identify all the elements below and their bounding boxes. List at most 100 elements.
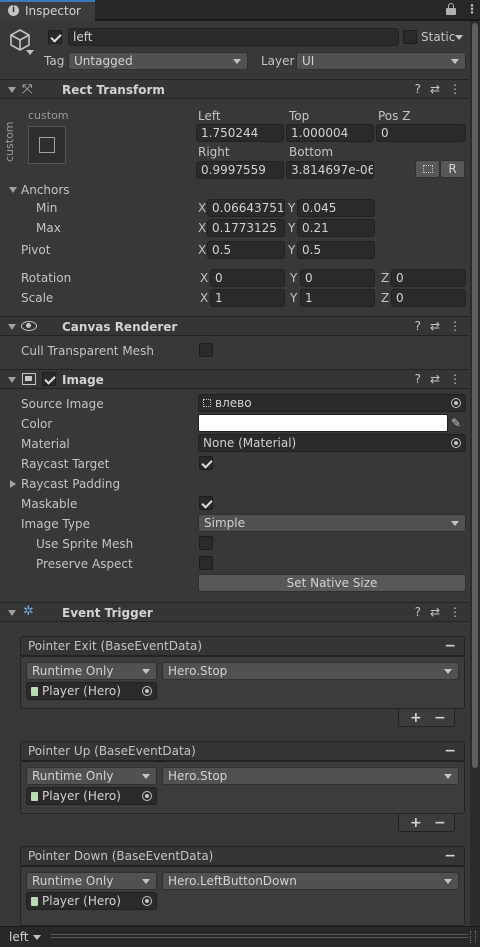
static-checkbox[interactable] (403, 30, 417, 44)
remove-event-button[interactable]: − (444, 848, 456, 864)
canvas-renderer-header[interactable]: Canvas Renderer ? ⇄ ⋮ (0, 316, 469, 336)
foldout-arrow[interactable] (8, 324, 16, 330)
object-picker-icon[interactable] (142, 896, 152, 906)
runtime-mode-dropdown[interactable]: Runtime Only (26, 662, 157, 680)
help-icon[interactable]: ? (415, 82, 421, 96)
left-field[interactable]: 1.750244 (196, 124, 284, 142)
function-dropdown[interactable]: Hero.LeftButtonDown (162, 872, 459, 890)
posz-field[interactable]: 0 (376, 124, 466, 142)
right-field[interactable]: 0.9997559 (196, 161, 284, 179)
list-add-remove-bar: + − (398, 709, 455, 727)
add-listener-button[interactable]: + (410, 815, 422, 831)
static-label[interactable]: Static (421, 29, 455, 45)
target-object-field[interactable]: Player (Hero) (26, 892, 157, 910)
scale-z-field[interactable]: 0 (391, 289, 466, 307)
menu-icon[interactable]: ⋮ (449, 605, 461, 619)
object-picker-icon[interactable] (142, 686, 152, 696)
source-image-field[interactable]: влево (198, 394, 466, 412)
max-x-field[interactable]: 0.1773125 (207, 219, 285, 237)
presets-icon[interactable]: ⇄ (430, 372, 440, 386)
resize-grip-icon[interactable] (470, 931, 476, 943)
source-image-value: влево (215, 396, 252, 410)
anchor-preset-button[interactable] (28, 126, 66, 164)
blueprint-mode-button[interactable] (415, 160, 440, 178)
raw-edit-button[interactable]: R (440, 160, 465, 178)
tag-dropdown[interactable]: Untagged (68, 52, 248, 70)
maskable-checkbox[interactable] (199, 496, 213, 510)
min-y-field[interactable]: 0.045 (297, 199, 375, 217)
event-trigger-header[interactable]: ✲ Event Trigger ? ⇄ ⋮ (0, 602, 469, 622)
raycast-target-checkbox[interactable] (199, 456, 213, 470)
pivot-x-field[interactable]: 0.5 (207, 241, 285, 259)
scrollbar[interactable] (470, 21, 480, 926)
runtime-mode-dropdown[interactable]: Runtime Only (26, 872, 157, 890)
eyedropper-icon[interactable]: ✎ (451, 415, 465, 431)
cull-checkbox[interactable] (199, 343, 213, 357)
help-icon[interactable]: ? (415, 319, 421, 333)
scrollbar-thumb[interactable] (472, 23, 478, 768)
icon-dropdown-arrow[interactable] (26, 50, 34, 55)
max-y-field[interactable]: 0.21 (297, 219, 375, 237)
preserve-aspect-checkbox[interactable] (199, 556, 213, 570)
footer-dropdown-arrow[interactable] (33, 935, 41, 940)
raycast-padding-foldout-arrow[interactable] (10, 480, 16, 488)
min-x-field[interactable]: 0.06643751 (207, 199, 285, 217)
function-dropdown[interactable]: Hero.Stop (162, 767, 459, 785)
pivot-y-field[interactable]: 0.5 (297, 241, 375, 259)
footer-selection-label[interactable]: left (9, 929, 28, 945)
gameobject-name-field[interactable]: left (68, 28, 399, 46)
scale-x-field[interactable]: 1 (210, 289, 285, 307)
target-object-field[interactable]: Player (Hero) (26, 787, 157, 805)
help-icon[interactable]: ? (415, 372, 421, 386)
presets-icon[interactable]: ⇄ (430, 319, 440, 333)
active-checkbox[interactable] (48, 30, 62, 44)
presets-icon[interactable]: ⇄ (430, 82, 440, 96)
object-picker-icon[interactable] (142, 791, 152, 801)
color-swatch[interactable] (198, 414, 448, 432)
event-entry-header: Pointer Exit (BaseEventData) − (20, 636, 465, 656)
foldout-arrow[interactable] (8, 377, 16, 383)
add-listener-button[interactable]: + (410, 710, 422, 726)
kebab-icon[interactable]: ⋮ (466, 1, 478, 17)
presets-icon[interactable]: ⇄ (430, 605, 440, 619)
blueprint-icon (423, 165, 433, 173)
set-native-size-button[interactable]: Set Native Size (198, 574, 466, 592)
anchors-foldout-arrow[interactable] (9, 187, 17, 193)
static-dropdown-arrow[interactable] (455, 35, 463, 40)
function-dropdown[interactable]: Hero.Stop (162, 662, 459, 680)
bottom-field[interactable]: 3.814697e-06 (286, 161, 374, 179)
foldout-arrow[interactable] (8, 610, 16, 616)
remove-event-button[interactable]: − (444, 743, 456, 759)
remove-listener-button[interactable]: − (434, 815, 446, 831)
layer-dropdown[interactable]: UI (296, 52, 466, 70)
menu-icon[interactable]: ⋮ (449, 372, 461, 386)
top-field[interactable]: 1.000004 (286, 124, 374, 142)
use-sprite-mesh-checkbox[interactable] (199, 536, 213, 550)
object-picker-icon[interactable] (451, 438, 461, 448)
object-picker-icon[interactable] (451, 398, 461, 408)
foldout-arrow[interactable] (8, 87, 16, 93)
pivot-y-label: Y (288, 243, 296, 257)
runtime-mode-dropdown[interactable]: Runtime Only (26, 767, 157, 785)
rot-z-field[interactable]: 0 (391, 269, 466, 287)
splitter-handle[interactable] (50, 934, 468, 938)
remove-event-button[interactable]: − (444, 638, 456, 654)
target-object-field[interactable]: Player (Hero) (26, 682, 157, 700)
image-type-dropdown[interactable]: Simple (198, 514, 466, 532)
tab-inspector[interactable]: i Inspector (0, 0, 95, 21)
scale-y-field[interactable]: 1 (300, 289, 375, 307)
image-header[interactable]: Image ? ⇄ ⋮ (0, 369, 469, 389)
menu-icon[interactable]: ⋮ (449, 319, 461, 333)
remove-listener-button[interactable]: − (434, 710, 446, 726)
list-add-remove-bar: + − (398, 814, 455, 832)
menu-icon[interactable]: ⋮ (449, 82, 461, 96)
rot-x-field[interactable]: 0 (210, 269, 285, 287)
raycast-padding-label[interactable]: Raycast Padding (21, 476, 120, 492)
help-icon[interactable]: ? (415, 605, 421, 619)
lock-icon[interactable] (446, 3, 456, 15)
rot-y-field[interactable]: 0 (300, 269, 375, 287)
anchors-label[interactable]: Anchors (21, 182, 70, 198)
material-field[interactable]: None (Material) (198, 434, 466, 452)
image-enabled-checkbox[interactable] (42, 372, 56, 386)
rect-transform-header[interactable]: ⤧ Rect Transform ? ⇄ ⋮ (0, 79, 469, 99)
